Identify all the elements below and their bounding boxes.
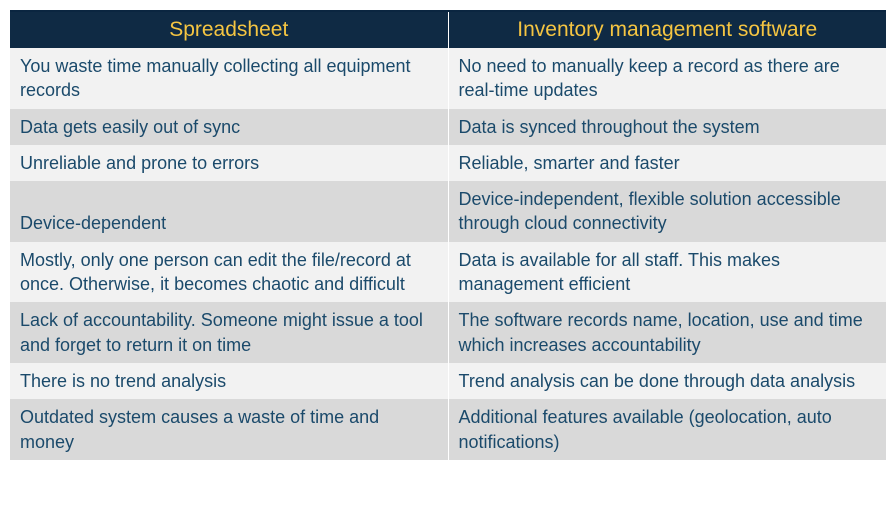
cell-right: Data is available for all staff. This ma… (448, 242, 886, 303)
cell-right: Trend analysis can be done through data … (448, 363, 886, 399)
cell-left: Unreliable and prone to errors (10, 145, 448, 181)
cell-left: Device-dependent (10, 181, 448, 242)
comparison-table: Spreadsheet Inventory management softwar… (10, 10, 886, 460)
table-row: You waste time manually collecting all e… (10, 48, 886, 109)
cell-left: Data gets easily out of sync (10, 109, 448, 145)
cell-right: No need to manually keep a record as the… (448, 48, 886, 109)
cell-left: You waste time manually collecting all e… (10, 48, 448, 109)
cell-right: The software records name, location, use… (448, 302, 886, 363)
table-row: Lack of accountability. Someone might is… (10, 302, 886, 363)
cell-left: There is no trend analysis (10, 363, 448, 399)
table-row: Data gets easily out of sync Data is syn… (10, 109, 886, 145)
table-row: There is no trend analysis Trend analysi… (10, 363, 886, 399)
cell-left: Outdated system causes a waste of time a… (10, 399, 448, 460)
header-inventory-software: Inventory management software (448, 11, 886, 48)
table-header-row: Spreadsheet Inventory management softwar… (10, 11, 886, 48)
header-spreadsheet: Spreadsheet (10, 11, 448, 48)
table-row: Outdated system causes a waste of time a… (10, 399, 886, 460)
cell-right: Data is synced throughout the system (448, 109, 886, 145)
cell-right: Additional features available (geolocati… (448, 399, 886, 460)
cell-right: Device-independent, flexible solution ac… (448, 181, 886, 242)
cell-left: Lack of accountability. Someone might is… (10, 302, 448, 363)
cell-right: Reliable, smarter and faster (448, 145, 886, 181)
table-row: Device-dependent Device-independent, fle… (10, 181, 886, 242)
table-row: Mostly, only one person can edit the fil… (10, 242, 886, 303)
table-row: Unreliable and prone to errors Reliable,… (10, 145, 886, 181)
cell-left: Mostly, only one person can edit the fil… (10, 242, 448, 303)
